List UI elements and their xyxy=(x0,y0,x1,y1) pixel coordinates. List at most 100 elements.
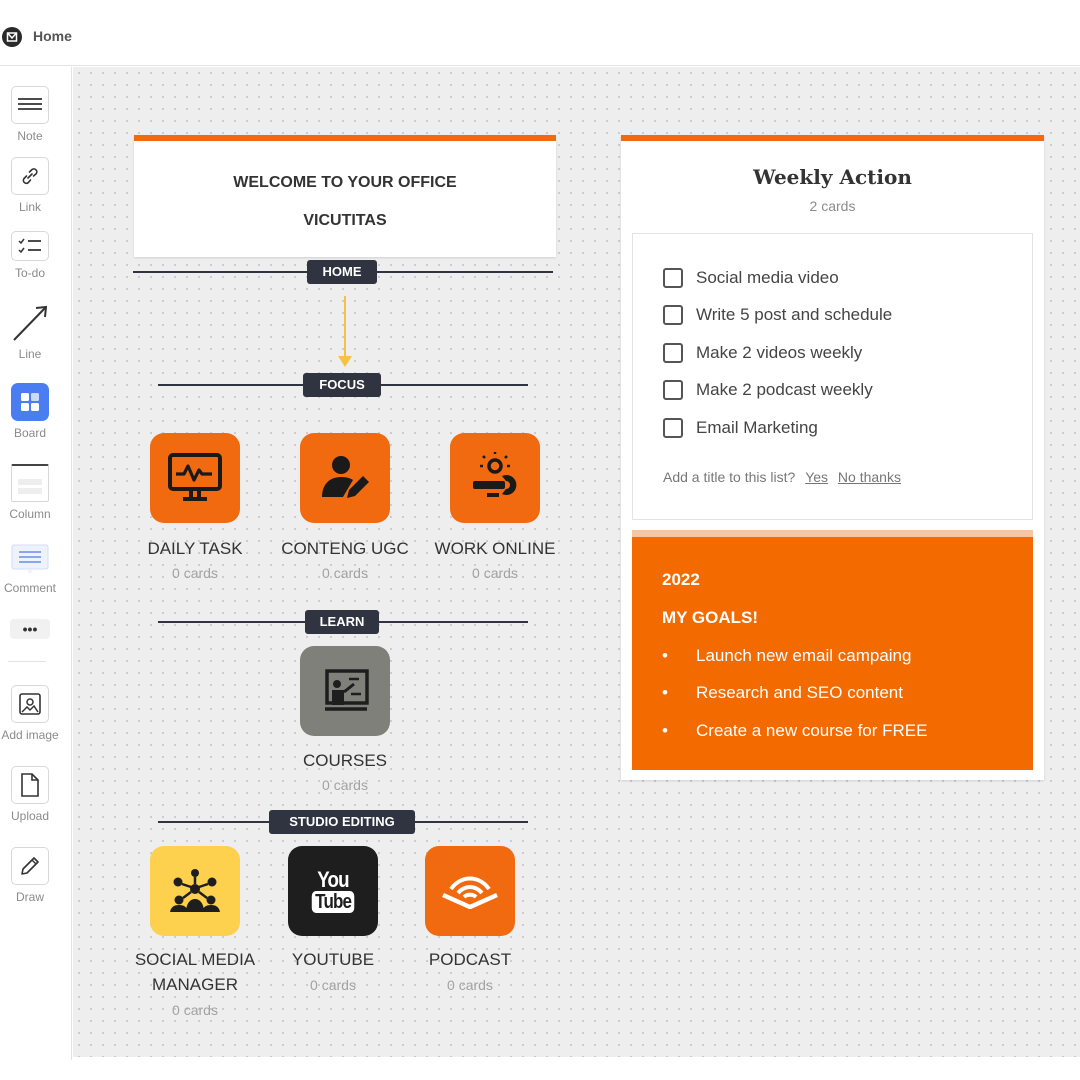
connector-arrow-icon xyxy=(338,356,352,367)
note-icon xyxy=(11,86,49,124)
pencil-icon xyxy=(11,847,49,885)
tool-board-label: Board xyxy=(13,426,47,440)
todo-item[interactable]: Email Marketing xyxy=(663,416,818,440)
todo-checkbox[interactable] xyxy=(663,418,683,438)
image-icon xyxy=(11,685,49,723)
board-content-ugc[interactable] xyxy=(300,433,390,523)
todo-checkbox[interactable] xyxy=(663,343,683,363)
board-count-courses: 0 cards xyxy=(322,777,368,793)
tool-line-label: Line xyxy=(18,347,42,361)
board-podcast[interactable] xyxy=(425,846,515,936)
tool-column-label: Column xyxy=(9,507,51,521)
todo-item-text[interactable]: Social media video xyxy=(696,268,839,288)
todo-item-text[interactable]: Make 2 podcast weekly xyxy=(696,380,873,400)
board-count-podcast: 0 cards xyxy=(447,977,493,993)
board-title-content-ugc[interactable]: CONTENG UGC xyxy=(265,536,425,561)
tool-board[interactable]: Board xyxy=(0,383,60,440)
board-title-courses[interactable]: COURSES xyxy=(275,748,415,773)
tool-draw-label: Draw xyxy=(15,890,44,904)
link-icon xyxy=(11,157,49,195)
todo-item[interactable]: Make 2 videos weekly xyxy=(663,341,862,365)
tool-todo-label: To-do xyxy=(14,266,46,280)
tool-note[interactable]: Note xyxy=(0,86,60,143)
todo-icon xyxy=(11,231,49,261)
section-label-home[interactable]: HOME xyxy=(307,260,377,284)
goal-item-text: Launch new email campaing xyxy=(696,646,912,665)
tool-link-label: Link xyxy=(18,200,41,214)
monitor-chart-icon xyxy=(168,453,222,501)
tool-comment-label: Comment xyxy=(3,581,56,595)
todo-item-text[interactable]: Write 5 post and schedule xyxy=(696,305,892,325)
todo-item[interactable]: Write 5 post and schedule xyxy=(663,303,892,327)
board-social-media-manager[interactable] xyxy=(150,846,240,936)
youtube-logo-bottom: Tube xyxy=(311,891,355,913)
todo-item-text[interactable]: Email Marketing xyxy=(696,418,818,438)
tool-line[interactable]: Line xyxy=(0,304,60,361)
more-tools-label: ••• xyxy=(22,621,38,637)
board-courses[interactable] xyxy=(300,646,390,736)
column-card-count: 2 cards xyxy=(809,198,856,214)
board-work-online[interactable] xyxy=(450,433,540,523)
milanote-logo-icon[interactable] xyxy=(2,27,22,47)
more-tools-button[interactable]: ••• xyxy=(0,619,60,639)
board-count-daily-task: 0 cards xyxy=(172,565,218,581)
more-icon: ••• xyxy=(10,619,50,639)
tool-draw[interactable]: Draw xyxy=(0,847,60,904)
section-label-learn[interactable]: LEARN xyxy=(305,610,379,634)
todo-checkbox[interactable] xyxy=(663,268,683,288)
youtube-icon: You Tube xyxy=(303,869,363,913)
section-label-studio-editing[interactable]: STUDIO EDITING xyxy=(269,810,415,834)
todo-list-card[interactable]: Social media video Write 5 post and sche… xyxy=(632,233,1033,520)
connector-line[interactable] xyxy=(344,296,346,358)
tool-column[interactable]: Column xyxy=(0,464,60,521)
todo-item[interactable]: Social media video xyxy=(663,266,839,290)
board-title-line-1: SOCIAL MEDIA xyxy=(134,950,256,969)
goals-year: 2022 xyxy=(662,570,700,589)
todo-item-text[interactable]: Make 2 videos weekly xyxy=(696,343,862,363)
welcome-subtitle: VICUTITAS xyxy=(303,212,387,229)
presentation-icon xyxy=(325,669,369,711)
welcome-note[interactable]: WELCOME TO YOUR OFFICE VICUTITAS xyxy=(134,135,556,257)
goals-note[interactable]: 2022 MY GOALS! • Launch new email campain… xyxy=(632,530,1033,770)
board-count-content-ugc: 0 cards xyxy=(322,565,368,581)
tool-todo[interactable]: To-do xyxy=(0,231,60,280)
board-youtube[interactable]: You Tube xyxy=(288,846,378,936)
add-title-prompt: Add a title to this list? Yes No thanks xyxy=(663,469,901,485)
tool-upload[interactable]: Upload xyxy=(0,766,60,823)
todo-item[interactable]: Make 2 podcast weekly xyxy=(663,378,873,402)
board-title-youtube[interactable]: YOUTUBE xyxy=(263,947,403,972)
board-count-work-online: 0 cards xyxy=(472,565,518,581)
goal-item: • Research and SEO content xyxy=(662,683,903,702)
goal-item-text: Create a new course for FREE xyxy=(696,721,928,740)
todo-checkbox[interactable] xyxy=(663,380,683,400)
youtube-logo-top: You xyxy=(317,867,349,892)
board-count-social-media-manager: 0 cards xyxy=(172,1002,218,1018)
board-title-social-media-manager[interactable]: SOCIAL MEDIA MANAGER xyxy=(115,947,275,997)
section-label-focus[interactable]: FOCUS xyxy=(303,373,381,397)
board-icon xyxy=(11,383,49,421)
network-icon xyxy=(170,869,220,912)
add-title-yes-link[interactable]: Yes xyxy=(805,469,828,485)
board-title-podcast[interactable]: PODCAST xyxy=(400,947,540,972)
welcome-title: WELCOME TO YOUR OFFICE xyxy=(233,174,457,191)
column-title[interactable]: Weekly Action xyxy=(621,165,1044,189)
board-daily-task[interactable] xyxy=(150,433,240,523)
breadcrumb-home[interactable]: Home xyxy=(33,28,72,44)
line-icon xyxy=(11,304,49,342)
add-title-prompt-text: Add a title to this list? xyxy=(663,469,796,485)
user-edit-icon xyxy=(322,456,369,498)
tool-add-image[interactable]: Add image xyxy=(0,685,60,742)
board-title-daily-task[interactable]: DAILY TASK xyxy=(125,536,265,561)
sidebar-divider xyxy=(8,661,46,662)
add-title-no-link[interactable]: No thanks xyxy=(838,469,901,485)
tool-comment[interactable]: Comment xyxy=(0,544,60,595)
wrench-bulb-icon xyxy=(473,452,517,497)
tool-sidebar: Note Link To-do Line Board Column Commen… xyxy=(0,67,72,1060)
tool-link[interactable]: Link xyxy=(0,157,60,214)
todo-checkbox[interactable] xyxy=(663,305,683,325)
column-icon xyxy=(11,464,49,502)
comment-icon xyxy=(11,544,49,576)
upload-icon xyxy=(11,766,49,804)
board-title-work-online[interactable]: WORK ONLINE xyxy=(425,536,565,561)
goals-heading: MY GOALS! xyxy=(662,608,759,627)
